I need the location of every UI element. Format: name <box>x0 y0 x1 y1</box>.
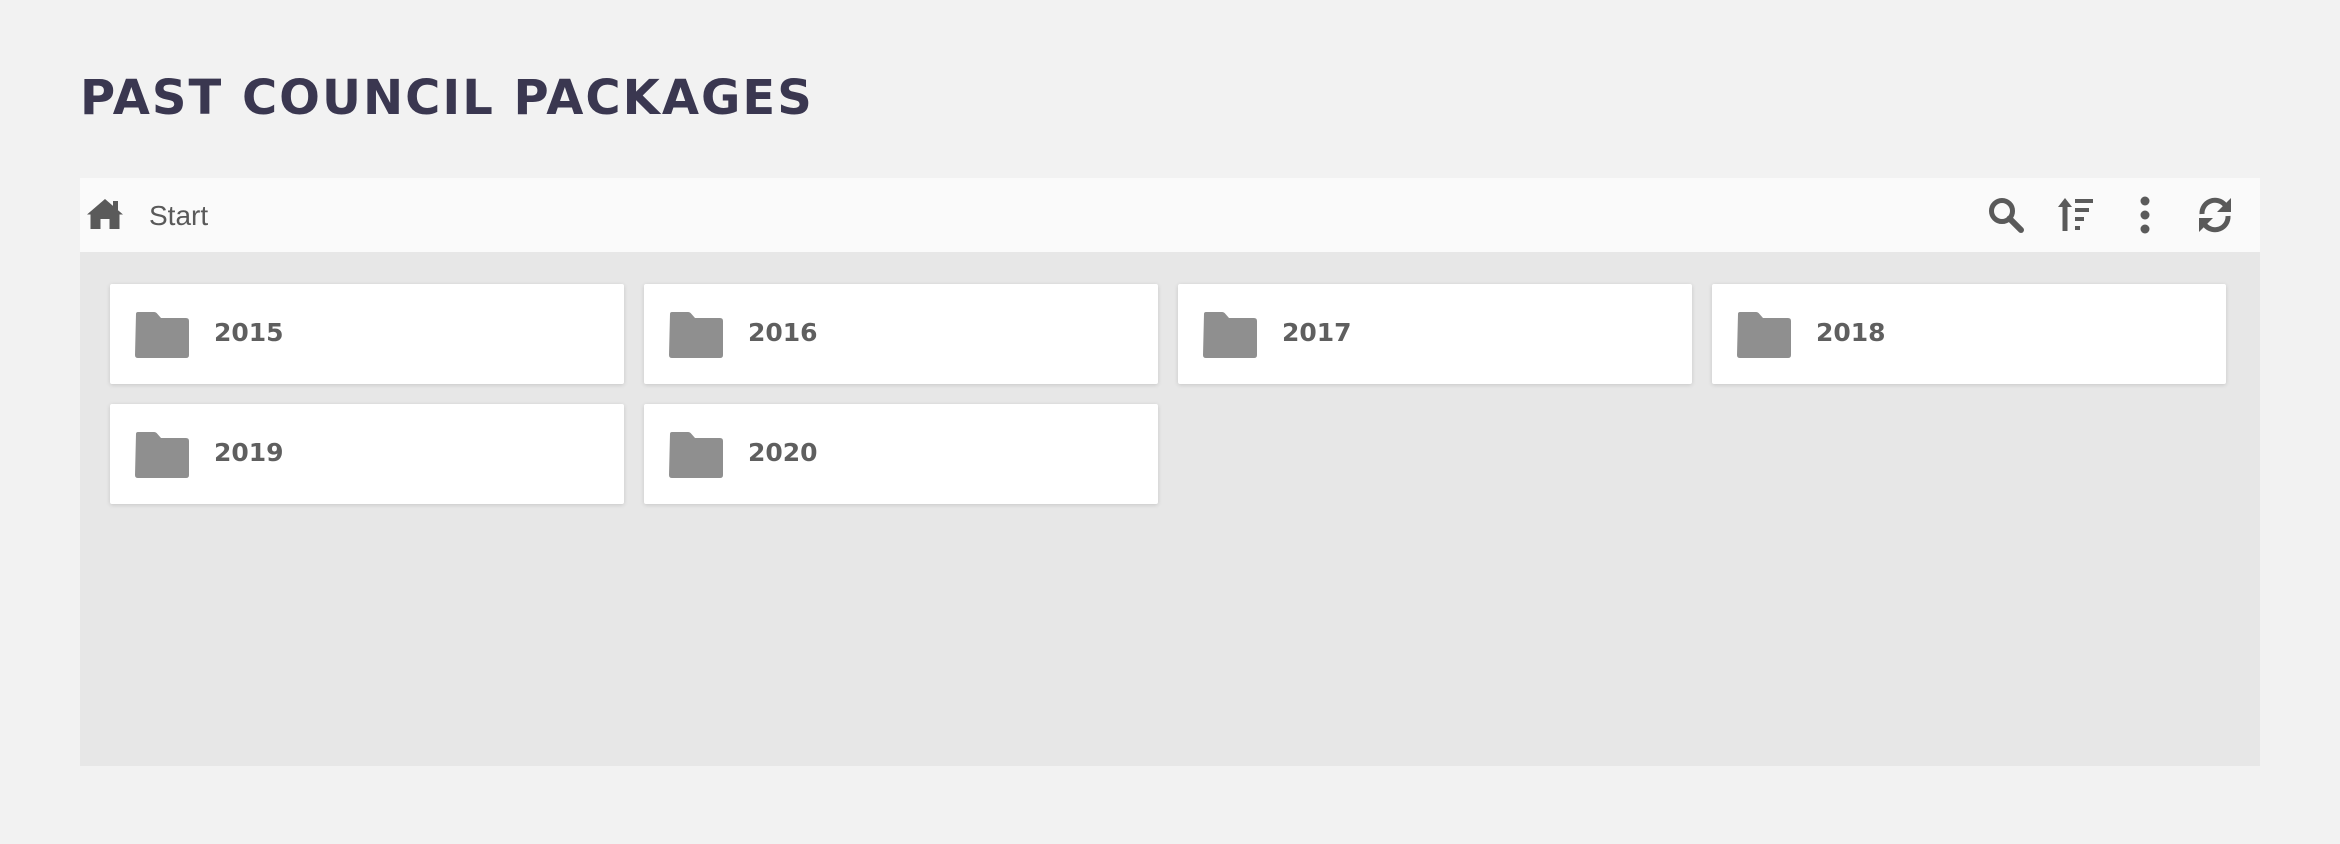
browser-toolbar: Start <box>80 178 2260 252</box>
page-title: PAST COUNCIL PACKAGES <box>80 70 814 126</box>
folder-item[interactable]: 2017 <box>1178 284 1692 384</box>
home-icon <box>87 199 123 229</box>
folder-icon <box>669 432 723 478</box>
folder-label: 2016 <box>748 318 818 347</box>
file-browser: Start 2015 2016 2017 2018 2019 2020 <box>80 178 2260 766</box>
folder-icon <box>669 312 723 358</box>
folder-label: 2018 <box>1816 318 1886 347</box>
folder-item[interactable]: 2015 <box>110 284 624 384</box>
breadcrumb-start[interactable]: Start <box>149 198 208 234</box>
search-icon <box>1989 198 2024 233</box>
folder-item[interactable]: 2020 <box>644 404 1158 504</box>
folder-icon <box>1203 312 1257 358</box>
folder-item[interactable]: 2016 <box>644 284 1158 384</box>
refresh-icon <box>2199 197 2231 233</box>
folder-item[interactable]: 2018 <box>1712 284 2226 384</box>
folder-icon <box>1737 312 1791 358</box>
home-button[interactable] <box>84 194 126 234</box>
sort-icon <box>2058 198 2093 231</box>
refresh-button[interactable] <box>2193 194 2237 236</box>
folder-icon <box>135 312 189 358</box>
more-vertical-icon <box>2140 196 2150 234</box>
folder-icon <box>135 432 189 478</box>
sort-button[interactable] <box>2054 194 2098 236</box>
folder-label: 2020 <box>748 438 818 467</box>
folder-label: 2015 <box>214 318 284 347</box>
search-button[interactable] <box>1984 194 2028 236</box>
more-options-button[interactable] <box>2123 194 2167 236</box>
folder-label: 2019 <box>214 438 284 467</box>
folder-grid: 2015 2016 2017 2018 2019 2020 <box>110 284 2230 504</box>
folder-label: 2017 <box>1282 318 1352 347</box>
folder-item[interactable]: 2019 <box>110 404 624 504</box>
